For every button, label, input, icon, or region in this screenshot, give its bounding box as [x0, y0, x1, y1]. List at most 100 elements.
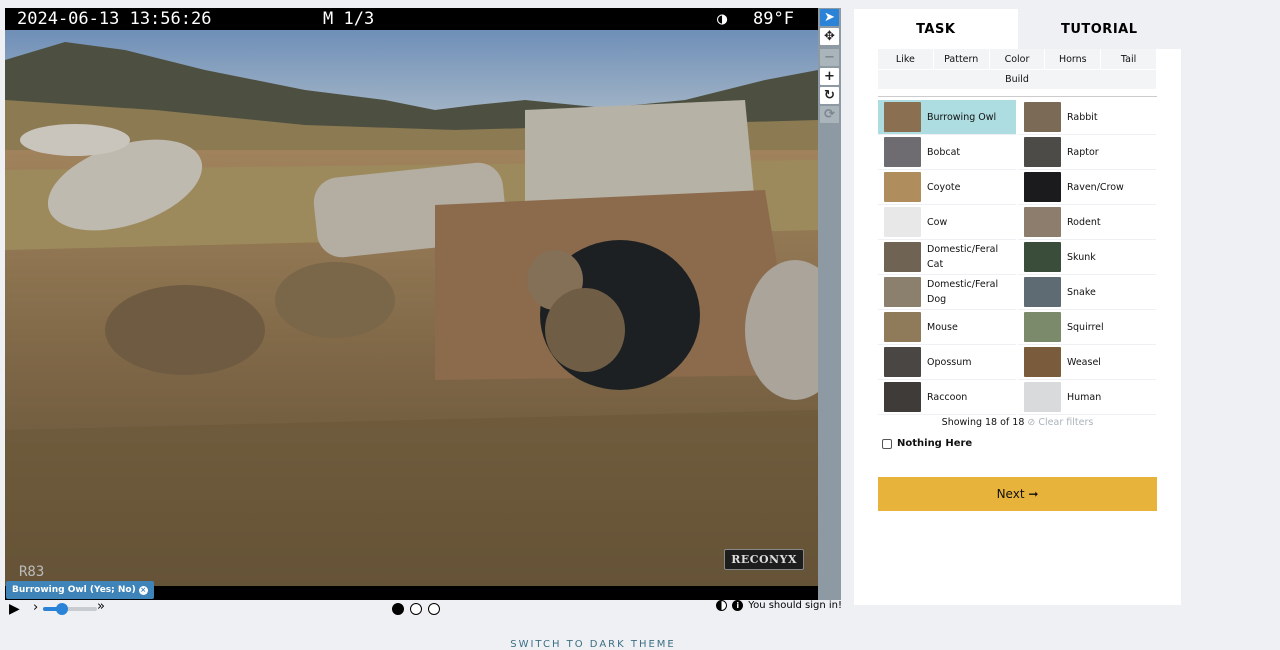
next-button[interactable]: Next ➞: [878, 477, 1157, 511]
choice-rabbit[interactable]: Rabbit: [1018, 100, 1156, 135]
pointer-icon[interactable]: ➤: [820, 9, 839, 26]
choice-thumbnail: [884, 207, 921, 237]
camera-frame: M 1/3: [323, 9, 375, 29]
filter-tail[interactable]: Tail: [1101, 49, 1157, 69]
invert-icon[interactable]: [716, 600, 728, 611]
choice-raptor[interactable]: Raptor: [1018, 135, 1156, 170]
frame-dot[interactable]: [428, 603, 440, 615]
slower-icon[interactable]: ›: [33, 600, 38, 615]
frame-dot[interactable]: [392, 603, 404, 615]
play-icon[interactable]: ▶: [9, 601, 20, 617]
reset-icon: ⟳: [820, 106, 839, 123]
camera-trap-photo: [5, 30, 818, 586]
camera-datetime: 2024-06-13 13:56:26: [17, 9, 212, 29]
nothing-here-checkbox[interactable]: [882, 438, 892, 449]
choice-label: Raven/Crow: [1067, 181, 1124, 193]
choice-label: Opossum: [927, 356, 972, 368]
speed-slider-knob[interactable]: [55, 603, 68, 615]
move-icon[interactable]: ✥: [820, 28, 839, 45]
choice-label: Bobcat: [927, 146, 961, 158]
choice-domestic-feral-dog[interactable]: Domestic/Feral Dog: [878, 275, 1016, 310]
frame-dots: [392, 603, 440, 615]
choice-label: Skunk: [1067, 251, 1096, 263]
task-tabs: TASK TUTORIAL: [854, 9, 1181, 49]
choice-raven-crow[interactable]: Raven/Crow: [1018, 170, 1156, 205]
choice-human[interactable]: Human: [1018, 380, 1156, 415]
choice-cow[interactable]: Cow: [878, 205, 1016, 240]
camera-temperature: 89°F: [753, 9, 794, 29]
meta-tools: i You should sign in!: [716, 600, 842, 611]
choice-thumbnail: [884, 137, 921, 167]
subject-viewer[interactable]: 2024-06-13 13:56:26 M 1/3 ◑ 89°F R83 REC…: [5, 8, 818, 600]
choice-snake[interactable]: Snake: [1018, 275, 1156, 310]
choice-thumbnail: [1024, 242, 1061, 272]
choice-burrowing-owl[interactable]: Burrowing Owl: [878, 100, 1016, 135]
clear-filters-link[interactable]: ⊘ Clear filters: [1027, 417, 1093, 428]
info-icon[interactable]: i: [732, 600, 744, 611]
nothing-here-option[interactable]: Nothing Here: [882, 438, 1181, 449]
choice-thumbnail: [1024, 312, 1061, 342]
nothing-here-label: Nothing Here: [897, 438, 973, 449]
choice-label: Human: [1067, 391, 1102, 403]
choice-thumbnail: [1024, 172, 1061, 202]
choice-thumbnail: [1024, 382, 1061, 412]
choice-label: Mouse: [927, 321, 958, 333]
choice-label: Rodent: [1067, 216, 1101, 228]
filter-color[interactable]: Color: [989, 49, 1046, 69]
choice-label: Coyote: [927, 181, 961, 193]
filter-build[interactable]: Build: [878, 69, 1157, 89]
filter-horns[interactable]: Horns: [1045, 49, 1102, 69]
choice-skunk[interactable]: Skunk: [1018, 240, 1156, 275]
choice-thumbnail: [884, 242, 921, 272]
filter-pattern[interactable]: Pattern: [933, 49, 990, 69]
choice-label: Raccoon: [927, 391, 968, 403]
choice-thumbnail: [1024, 137, 1061, 167]
showing-count: Showing 18 of 18 ⊘ Clear filters: [854, 417, 1181, 428]
filter-like[interactable]: Like: [878, 49, 934, 69]
choice-bobcat[interactable]: Bobcat: [878, 135, 1016, 170]
choice-thumbnail: [884, 347, 921, 377]
choice-squirrel[interactable]: Squirrel: [1018, 310, 1156, 345]
camera-info-bar: 2024-06-13 13:56:26 M 1/3 ◑ 89°F: [5, 8, 818, 30]
choice-thumbnail: [884, 172, 921, 202]
image-toolbar: ➤ ✥ − + ↻ ⟳: [818, 8, 841, 600]
frame-dot[interactable]: [410, 603, 422, 615]
choice-thumbnail: [1024, 277, 1061, 307]
choice-thumbnail: [884, 277, 921, 307]
switch-theme-link[interactable]: SWITCH TO DARK THEME: [0, 639, 1186, 650]
choice-thumbnail: [884, 312, 921, 342]
annotation-label: Burrowing Owl (Yes; No): [12, 585, 136, 595]
faster-icon[interactable]: »: [97, 599, 105, 614]
choice-domestic-feral-cat[interactable]: Domestic/Feral Cat: [878, 240, 1016, 275]
choice-thumbnail: [1024, 207, 1061, 237]
choice-label: Squirrel: [1067, 321, 1104, 333]
choice-weasel[interactable]: Weasel: [1018, 345, 1156, 380]
tab-task[interactable]: TASK: [854, 9, 1018, 49]
divider: [878, 96, 1157, 97]
choice-label: Raptor: [1067, 146, 1099, 158]
choice-rodent[interactable]: Rodent: [1018, 205, 1156, 240]
choice-label: Weasel: [1067, 356, 1101, 368]
remove-annotation-icon[interactable]: ×: [138, 586, 148, 595]
choice-coyote[interactable]: Coyote: [878, 170, 1016, 205]
choice-raccoon[interactable]: Raccoon: [878, 380, 1016, 415]
tab-tutorial[interactable]: TUTORIAL: [1017, 9, 1181, 49]
choice-thumbnail: [884, 382, 921, 412]
choice-thumbnail: [1024, 347, 1061, 377]
zoom-out-icon: −: [820, 49, 839, 66]
camera-code: R83: [19, 564, 45, 580]
rotate-icon[interactable]: ↻: [820, 87, 839, 104]
zoom-in-icon[interactable]: +: [820, 68, 839, 85]
camera-brand-logo: RECONYX: [724, 549, 804, 570]
choice-label: Domestic/Feral Dog: [927, 279, 999, 305]
choice-label: Cow: [927, 216, 948, 228]
annotation-tag[interactable]: Burrowing Owl (Yes; No) ×: [6, 581, 154, 599]
sign-in-notice: You should sign in!: [748, 600, 842, 611]
choice-mouse[interactable]: Mouse: [878, 310, 1016, 345]
filter-row: Like Pattern Color Horns Tail: [878, 49, 1157, 69]
subject-image[interactable]: R83 RECONYX: [5, 30, 818, 586]
playback-speed-slider[interactable]: [43, 603, 97, 615]
choice-opossum[interactable]: Opossum: [878, 345, 1016, 380]
moon-phase-icon: ◑: [717, 9, 728, 29]
playback-controls: ▶ › » i You should sign in!: [7, 599, 842, 618]
